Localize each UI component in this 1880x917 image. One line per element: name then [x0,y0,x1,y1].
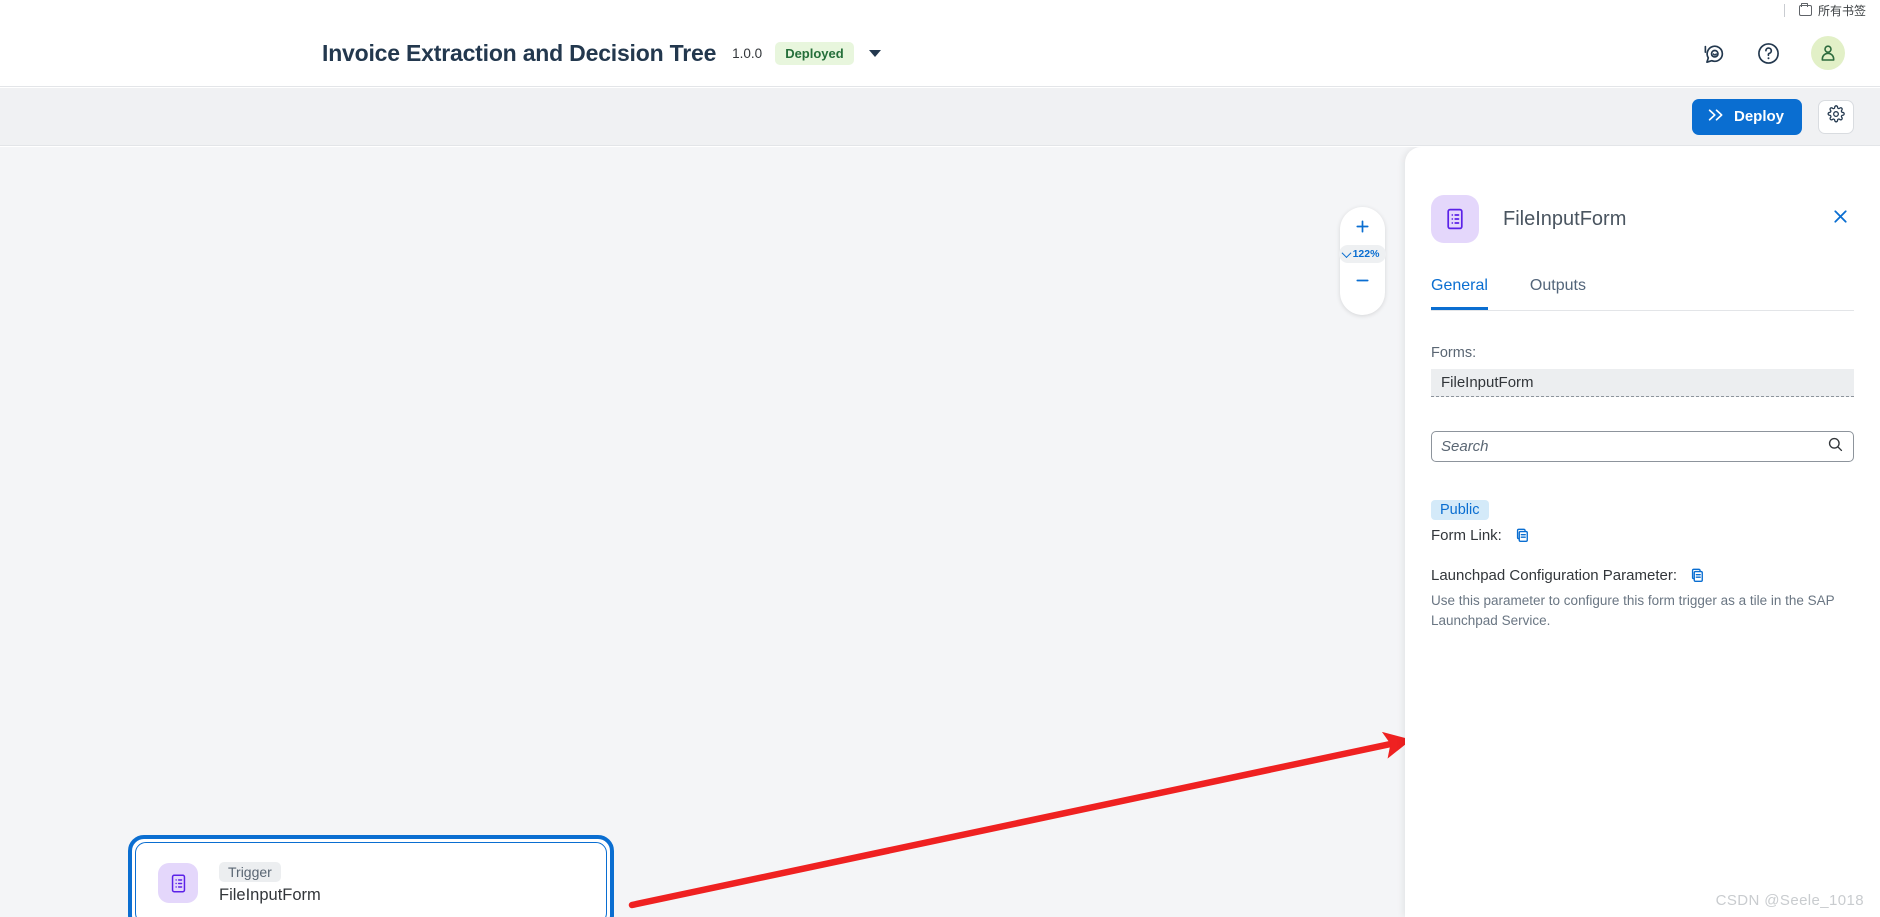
zoom-out-button[interactable] [1350,269,1376,295]
editor-toolbar: Deploy [0,88,1880,146]
watermark: CSDN @Seele_1018 [1715,892,1864,909]
panel-tabs: General Outputs [1431,277,1854,311]
forms-field-label: Forms: [1431,345,1477,361]
page-title: Invoice Extraction and Decision Tree [322,39,717,66]
tab-general[interactable]: General [1431,277,1488,310]
workflow-node-trigger-text: Trigger FileInputForm [219,861,321,905]
form-list-icon [158,863,198,903]
browser-bookmark-bar: 所有书签 [0,0,1880,20]
status-badge: Deployed [775,41,854,65]
form-link-label: Form Link: [1431,527,1502,544]
panel-header: FileInputForm [1431,147,1854,243]
double-chevron-right-icon [1707,107,1726,127]
forms-field-value[interactable]: FileInputForm [1431,369,1854,397]
gear-icon [1827,105,1845,128]
search-icon[interactable] [1827,436,1844,458]
copy-icon[interactable] [1689,567,1706,584]
application-window: 所有书签 Invoice Extraction and Decision Tre… [0,0,1880,917]
search-input-wrapper[interactable] [1431,431,1854,462]
app-header: Invoice Extraction and Decision Tree 1.0… [0,20,1880,87]
launchpad-parameter-row: Launchpad Configuration Parameter: [1431,567,1854,584]
panel-title: FileInputForm [1503,207,1627,230]
copy-icon[interactable] [1514,527,1531,544]
visibility-badge: Public [1431,500,1489,520]
workflow-node-trigger-body: Trigger FileInputForm [135,842,607,917]
zoom-level-label: 122% [1352,248,1380,260]
bookmark-all-bookmarks[interactable]: 所有书签 [1798,2,1866,19]
form-link-row: Form Link: [1431,527,1854,544]
feedback-chat-icon[interactable] [1701,41,1726,66]
avatar[interactable] [1811,36,1845,70]
chevron-down-icon[interactable] [868,49,881,57]
workflow-canvas[interactable]: 122% + [0,147,1880,917]
form-list-icon [1431,195,1479,243]
app-header-actions [1701,36,1845,70]
search-input[interactable] [1441,438,1827,455]
launchpad-parameter-label: Launchpad Configuration Parameter: [1431,567,1677,584]
bookmark-divider [1783,3,1785,17]
minus-icon [1354,272,1371,293]
version-label: 1.0.0 [732,45,763,61]
launchpad-help-text: Use this parameter to configure this for… [1431,593,1835,628]
node-title: FileInputForm [219,885,321,904]
deploy-button[interactable]: Deploy [1691,98,1802,135]
deploy-button-label: Deploy [1733,108,1784,125]
help-circle-icon[interactable] [1756,41,1781,66]
plus-icon [1354,218,1371,239]
close-icon[interactable] [1827,203,1854,235]
settings-button[interactable] [1818,99,1854,134]
node-type-tag: Trigger [219,861,281,882]
zoom-in-button[interactable] [1350,215,1376,241]
node-properties-panel: FileInputForm General Outputs Forms: Fil… [1405,147,1880,917]
zoom-level-selector[interactable]: 122% [1338,245,1387,263]
bookmark-all-label: 所有书签 [1817,3,1866,18]
workflow-node-trigger[interactable]: Trigger FileInputForm [128,835,614,917]
folder-icon [1798,2,1812,16]
zoom-control: 122% [1338,207,1387,315]
tab-outputs[interactable]: Outputs [1530,277,1586,310]
chevron-down-icon [1341,247,1352,258]
